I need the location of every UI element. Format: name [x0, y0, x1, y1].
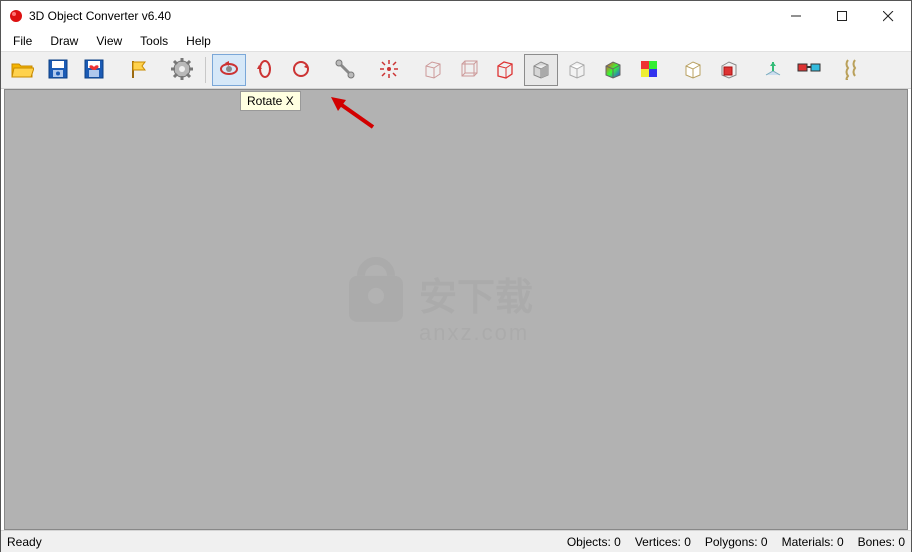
title-bar: 3D Object Converter v6.40 [1, 1, 911, 31]
save-button[interactable] [41, 54, 75, 86]
status-materials: Materials: 0 [782, 535, 844, 549]
annotation-arrow [328, 95, 378, 133]
rotate-y-button[interactable] [248, 54, 282, 86]
explode-button[interactable] [372, 54, 406, 86]
settings-button[interactable] [165, 54, 199, 86]
window-title: 3D Object Converter v6.40 [29, 9, 773, 23]
wireframe-back-button[interactable] [452, 54, 486, 86]
menu-help[interactable]: Help [178, 32, 219, 50]
save-favorite-button[interactable] [77, 54, 111, 86]
bounding-box-button[interactable] [712, 54, 746, 86]
wireframe-red-icon [494, 58, 516, 83]
anaglyph-button[interactable] [792, 54, 826, 86]
app-icon [9, 9, 23, 23]
wireframe-cube2-icon [458, 58, 480, 83]
outline-cube-icon [682, 58, 704, 83]
explode-icon [378, 58, 400, 83]
floppy-heart-icon [83, 58, 105, 83]
toolbar [1, 51, 911, 89]
folder-icon [10, 58, 34, 83]
menu-bar: File Draw View Tools Help [1, 31, 911, 51]
glasses-3d-icon [797, 61, 821, 80]
viewport-3d[interactable]: 安下载 anxz.com [4, 89, 908, 530]
floppy-icon [47, 58, 69, 83]
color-cube-button[interactable] [596, 54, 630, 86]
wireframe-cube-icon [422, 58, 444, 83]
bone-button[interactable] [328, 54, 362, 86]
wireframe-front-button[interactable] [416, 54, 450, 86]
open-button[interactable] [5, 54, 39, 86]
menu-tools[interactable]: Tools [132, 32, 176, 50]
normals-button[interactable] [756, 54, 790, 86]
menu-draw[interactable]: Draw [42, 32, 86, 50]
menu-file[interactable]: File [5, 32, 40, 50]
status-polygons: Polygons: 0 [705, 535, 768, 549]
wireframe-red-button[interactable] [488, 54, 522, 86]
normals-icon [762, 58, 784, 83]
status-ready: Ready [7, 535, 567, 549]
checker-cube-button[interactable] [632, 54, 666, 86]
flag-icon [127, 58, 149, 83]
bounding-box-icon [718, 58, 740, 83]
status-bar: Ready Objects: 0 Vertices: 0 Polygons: 0… [1, 530, 911, 552]
solid-white-cube-icon [566, 58, 588, 83]
watermark-text2: anxz.com [419, 319, 529, 344]
texture-icon [843, 58, 863, 83]
close-button[interactable] [865, 1, 911, 31]
flag-button[interactable] [121, 54, 155, 86]
status-bones: Bones: 0 [858, 535, 905, 549]
window-controls [773, 1, 911, 31]
gear-icon [171, 58, 193, 83]
solid-shaded-button[interactable] [524, 54, 558, 86]
maximize-button[interactable] [819, 1, 865, 31]
status-vertices: Vertices: 0 [635, 535, 691, 549]
menu-view[interactable]: View [88, 32, 130, 50]
rotate-z-button[interactable] [284, 54, 318, 86]
rotate-x-icon [218, 58, 240, 83]
toolbar-separator [205, 57, 206, 83]
rotate-z-icon [290, 58, 312, 83]
tooltip: Rotate X [240, 91, 301, 111]
outline-cube-button[interactable] [676, 54, 710, 86]
rotate-x-button[interactable] [212, 54, 246, 86]
rotate-y-icon [254, 58, 276, 83]
solid-white-button[interactable] [560, 54, 594, 86]
watermark-text1: 安下载 [419, 276, 533, 318]
rgb-cube-icon [602, 58, 624, 83]
texture-button[interactable] [836, 54, 870, 86]
bone-icon [334, 58, 356, 83]
minimize-button[interactable] [773, 1, 819, 31]
checker-cube-icon [638, 58, 660, 83]
status-objects: Objects: 0 [567, 535, 621, 549]
solid-cube-icon [530, 58, 552, 83]
watermark: 安下载 anxz.com [341, 247, 571, 360]
